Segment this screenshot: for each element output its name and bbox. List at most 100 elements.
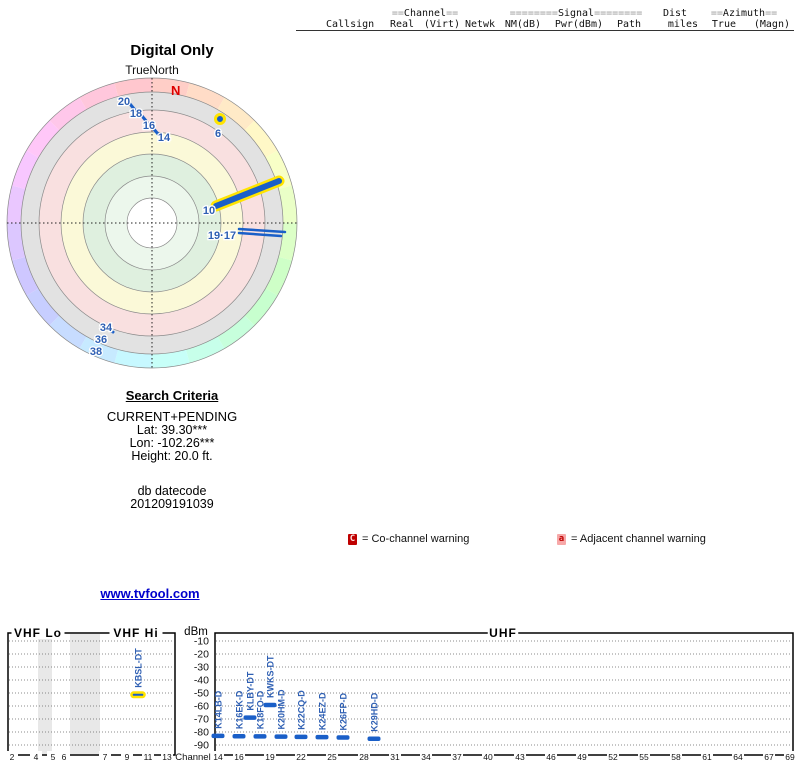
- channel6-signal-dot: [214, 113, 226, 125]
- radar-channel-label: 19·17: [208, 230, 236, 242]
- north-marker: N: [171, 83, 180, 98]
- plot-title: Digital Only: [130, 42, 214, 59]
- station-signal-bar: [232, 733, 246, 739]
- channel-tick-label: 19: [265, 752, 275, 762]
- channel-tick-label: 40: [483, 752, 493, 762]
- channel-tick-label: 34: [421, 752, 431, 762]
- channel-tick-label: 9: [125, 752, 130, 762]
- channel-tick-label: 11: [144, 752, 153, 762]
- station-bar-label: KBSL-DT: [134, 648, 144, 688]
- station-bar-label: K26FP-D: [339, 692, 349, 730]
- dbm-tick-label: -60: [194, 701, 209, 713]
- station-bar-label: KWKS-DT: [266, 655, 276, 698]
- search-height: Height: 20.0 ft.: [131, 449, 213, 463]
- radar-channel-label: 36: [95, 334, 107, 346]
- station-signal-bar: [263, 702, 277, 708]
- station-bar-label: K20HM-D: [277, 689, 287, 730]
- channel-tick-label: 2: [10, 752, 15, 762]
- station-signal-bar: [315, 734, 329, 740]
- channel-tick-label: 5: [51, 752, 56, 762]
- radar-channel-label: 10: [203, 205, 215, 217]
- signal-strength-chart: VHF Lo VHF Hi2 4 5 6 7 9 11 13UHF14 16 19 22 25 28 31 3…: [6, 626, 796, 763]
- dbm-tick-label: -80: [194, 727, 209, 739]
- dbm-tick-label: -10: [194, 636, 209, 648]
- dbm-tick-label: -70: [194, 714, 209, 726]
- station-bar-label: K14LB-D: [214, 690, 224, 729]
- adjacent-channel-warning-icon: a: [557, 533, 566, 545]
- search-latitude: Lat: 39.30***: [136, 423, 208, 437]
- channel-tick-label: 49: [577, 752, 587, 762]
- co-channel-warning-icon: C: [348, 533, 357, 545]
- azimuth-group-header: ==Azimuth==: [710, 8, 778, 19]
- channel-tick-label: 52: [608, 752, 618, 762]
- channel-tick-label: 64: [733, 752, 743, 762]
- station-bar-label: K22CQ-D: [297, 690, 307, 730]
- legend-co-channel: C = Co-channel warning: [348, 533, 469, 545]
- legend-adjacent-channel: a = Adjacent channel warning: [557, 533, 706, 545]
- station-signal-bar: [253, 734, 267, 739]
- table-column-headers: Callsign Real (Virt) Netwk NM(dB) Pwr(dB…: [296, 19, 794, 31]
- radar-channel-label: 14: [158, 132, 171, 144]
- search-criteria-heading: Search Criteria: [125, 388, 219, 403]
- dist-group-header: Dist: [662, 8, 688, 19]
- shaded-band: [38, 634, 52, 754]
- channel-tick-label: 4: [34, 752, 39, 762]
- station-signal-bar: [274, 734, 288, 739]
- channel-tick-label: 6: [62, 752, 67, 762]
- channel-tick-label: 13: [162, 752, 172, 762]
- channel-tick-label: 14: [213, 752, 223, 762]
- channel-axis-title: Channel: [175, 752, 210, 763]
- band-label: VHF Lo: [14, 626, 62, 640]
- channel-tick-label: 43: [515, 752, 525, 762]
- station-bar-label: K18FO-D: [256, 690, 266, 729]
- channel-tick-label: 46: [546, 752, 556, 762]
- station-bar-label: K29HD-D: [370, 692, 380, 732]
- station-bar-label: K24EZ-D: [318, 692, 328, 730]
- channel-tick-label: 16: [234, 752, 244, 762]
- station-signal-bar: [367, 736, 381, 742]
- radar-channel-label: 34: [100, 322, 113, 334]
- legend-co-channel-text: = Co-channel warning: [362, 533, 470, 545]
- station-signal-bar: [130, 691, 146, 699]
- radar-channel-label: 6: [215, 128, 221, 140]
- dbm-tick-label: -90: [194, 740, 209, 752]
- table-header-groups: ==Channel== ========Signal======== Dist …: [296, 8, 794, 19]
- tvfool-link[interactable]: www.tvfool.com: [100, 586, 199, 601]
- channel-tick-label: 31: [390, 752, 400, 762]
- dbm-tick-label: -50: [194, 688, 209, 700]
- channel-group-header: ==Channel==: [391, 8, 459, 19]
- band-label: UHF: [489, 626, 517, 640]
- channel-tick-label: 28: [359, 752, 369, 762]
- channel-tick-label: 61: [702, 752, 712, 762]
- db-datecode-value: 201209191039: [130, 497, 214, 511]
- station-bar-label: KLBY-DT: [246, 671, 256, 710]
- channel-tick-label: 25: [327, 752, 337, 762]
- channel-tick-label: 69: [785, 752, 795, 762]
- station-bar-label: K16EK-D: [235, 690, 245, 729]
- search-longitude: Lon: -102.26***: [129, 436, 215, 450]
- dbm-tick-label: -40: [194, 675, 209, 687]
- band-label: VHF Hi: [113, 626, 158, 640]
- station-table: ==Channel== ========Signal======== Dist …: [296, 8, 794, 31]
- station-signal-bar: [294, 734, 308, 740]
- shaded-band: [70, 634, 100, 754]
- channel-tick-label: 7: [103, 752, 108, 762]
- dbm-tick-label: -20: [194, 649, 209, 661]
- tvfool-link-wrap: www.tvfool.com: [0, 586, 300, 601]
- radar-channel-label: 18: [130, 108, 142, 120]
- station-signal-bar: [336, 735, 350, 740]
- channel-tick-label: 67: [764, 752, 774, 762]
- channel-tick-label: 55: [639, 752, 649, 762]
- radar-channel-label: 38: [90, 346, 102, 358]
- station-signal-bar: [211, 733, 225, 739]
- radar-channel-label: 20: [118, 96, 130, 108]
- legend-adjacent-channel-text: = Adjacent channel warning: [571, 533, 706, 545]
- search-mode: CURRENT+PENDING: [106, 409, 238, 424]
- channel-tick-label: 22: [296, 752, 306, 762]
- signal-group-header: ========Signal========: [509, 8, 643, 19]
- radar-channel-label: 16: [143, 120, 155, 132]
- azimuth-radar-plot: N 20181614 6 10 19·17 343638: [6, 77, 298, 369]
- channel-tick-label: 58: [671, 752, 681, 762]
- db-datecode-label: db datecode: [137, 484, 207, 498]
- channel-tick-label: 37: [452, 752, 462, 762]
